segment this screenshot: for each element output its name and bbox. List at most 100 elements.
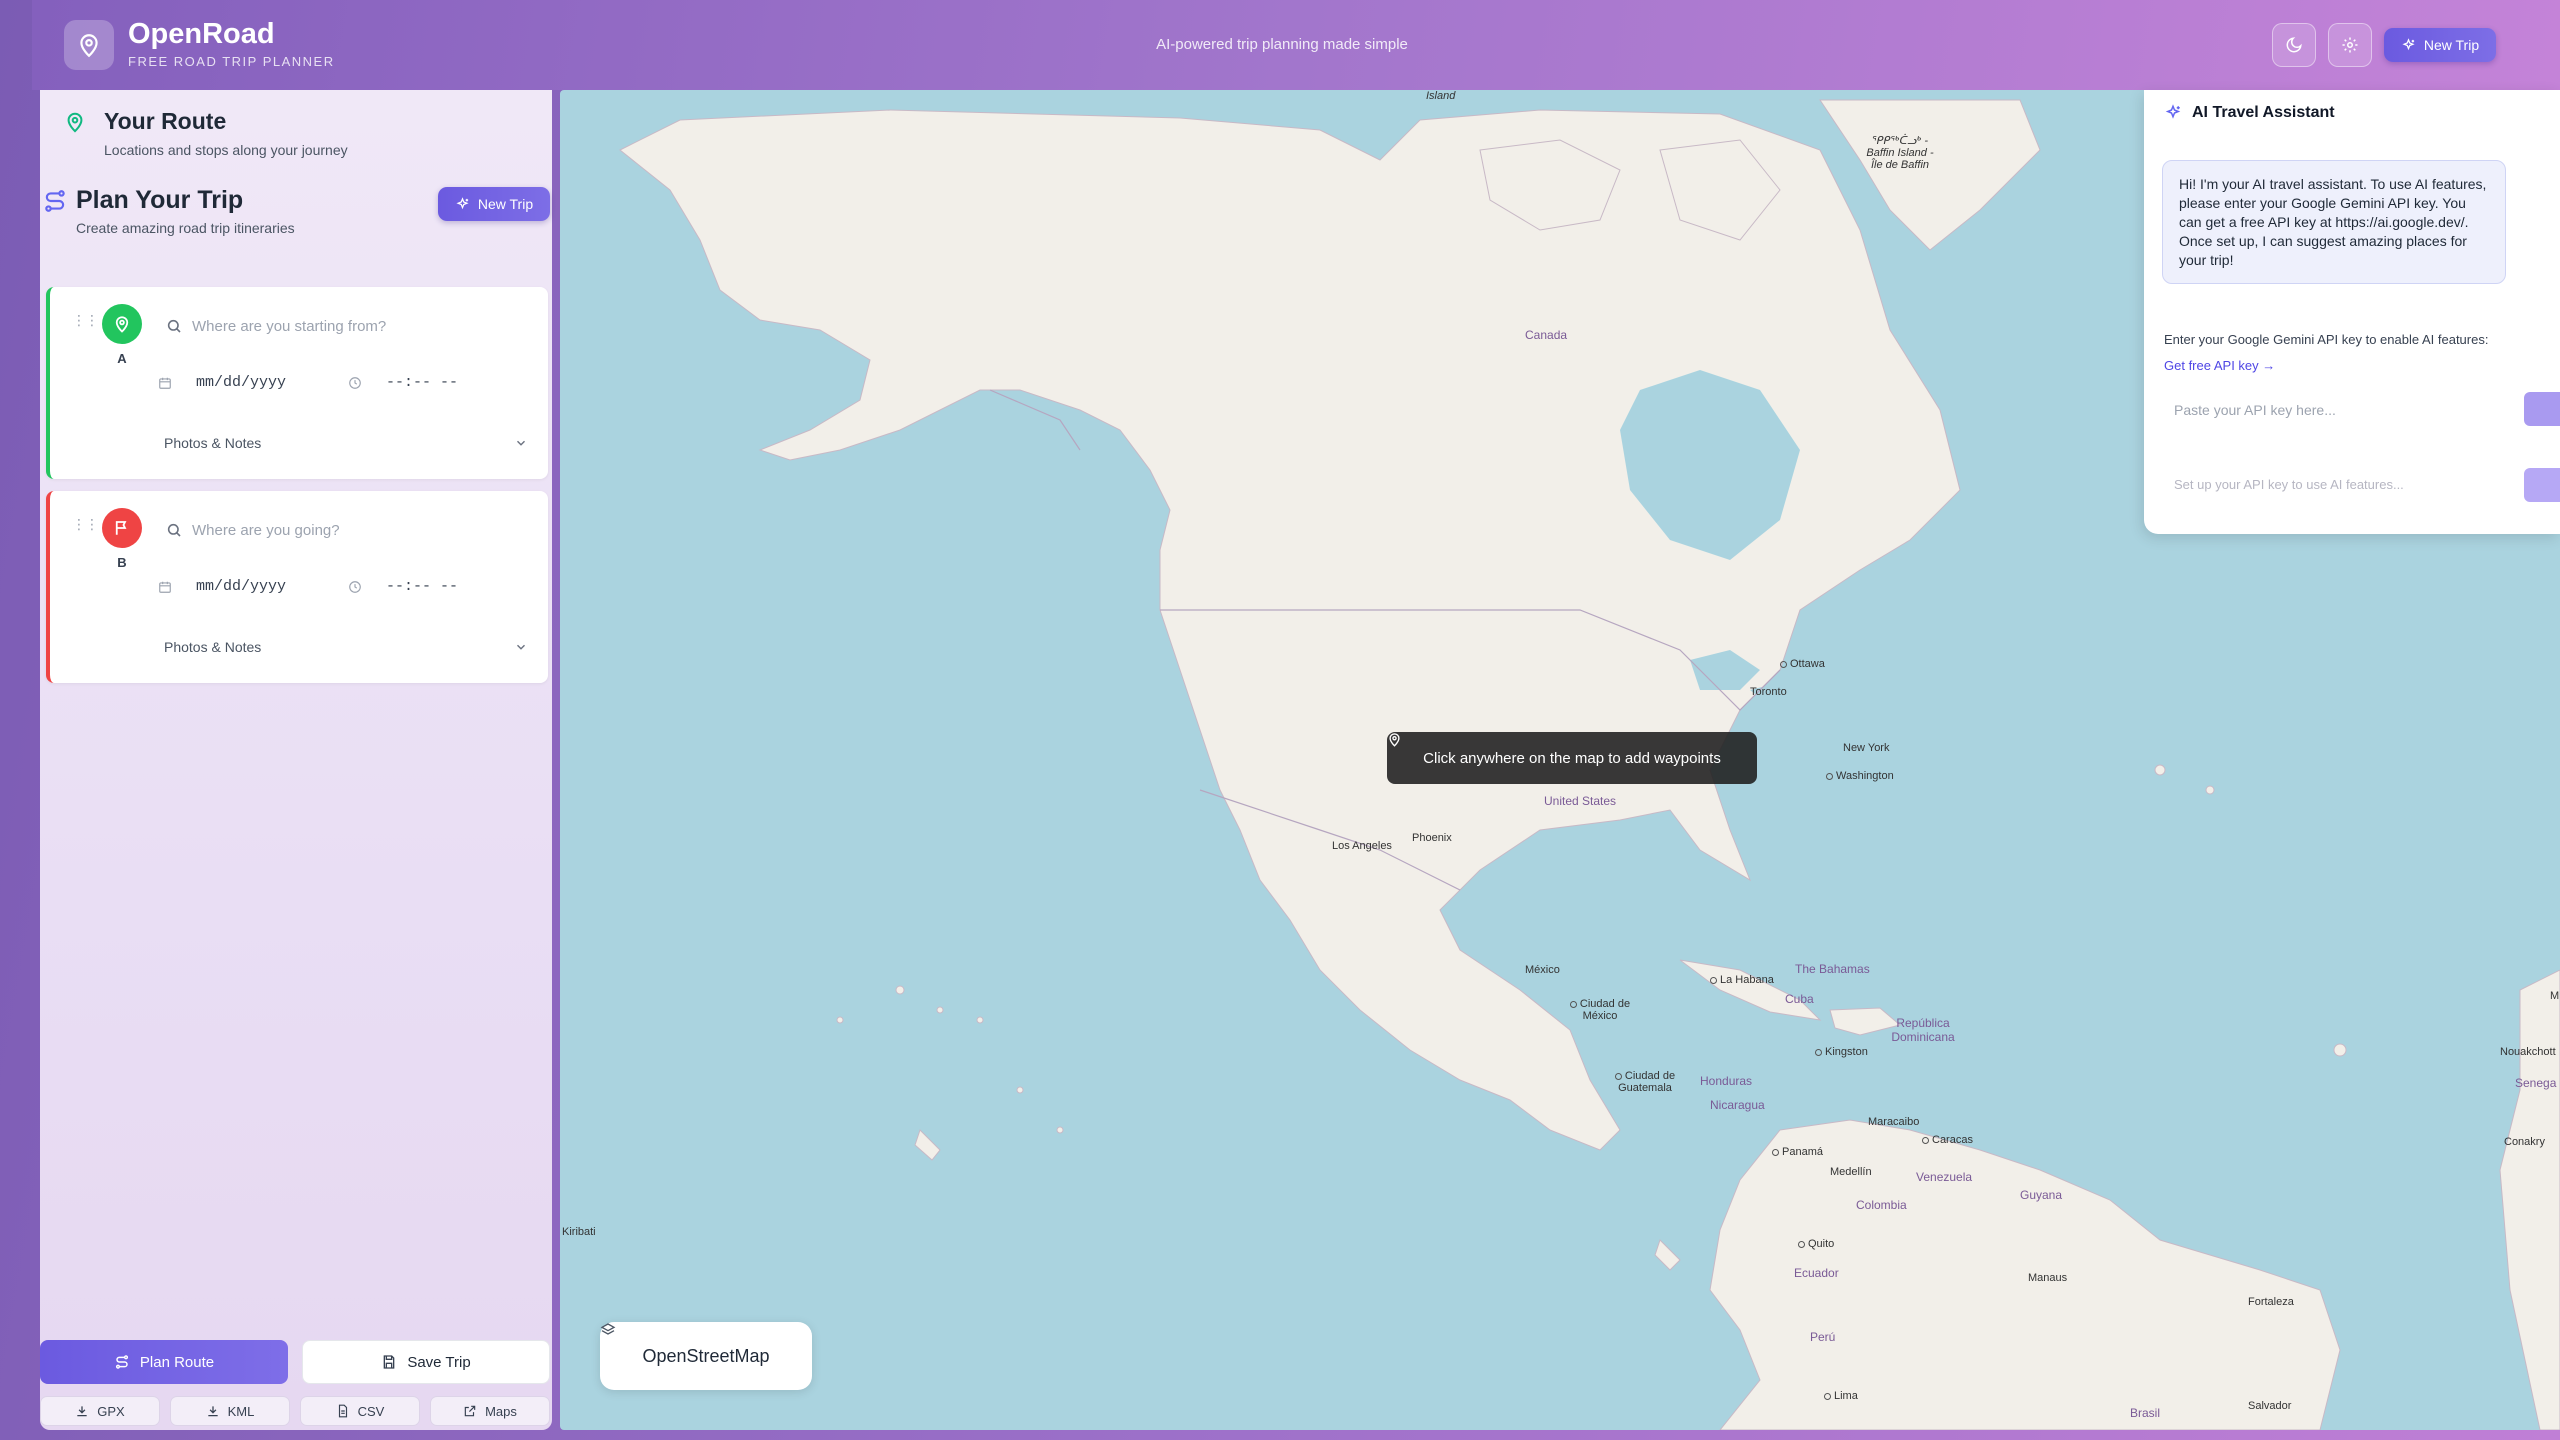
ai-chat-input[interactable] (2162, 466, 2522, 502)
theme-toggle-button[interactable] (2272, 23, 2316, 67)
map-label: México (1525, 964, 1560, 976)
ai-send-button[interactable] (2524, 468, 2560, 502)
save-trip-button[interactable]: Save Trip (302, 1340, 550, 1384)
calendar-icon (159, 581, 171, 593)
sidebar-new-trip-button[interactable]: New Trip (438, 187, 550, 221)
map-pin-icon (115, 316, 129, 333)
map-label: Guyana (2020, 1188, 2063, 1202)
sidebar-new-trip-label: New Trip (477, 196, 534, 212)
map-label: ᕿᑭᖅᑖᓗᒃ - Baffin Island - Île de Baffin (1866, 135, 1934, 171)
map-label: Cuba (1785, 992, 1814, 1006)
layers-icon (600, 1323, 616, 1335)
save-api-key-button[interactable] (2524, 392, 2560, 426)
drag-handle-icon[interactable]: ⋮⋮ (72, 517, 99, 531)
map-label: M (2550, 990, 2560, 1002)
map-label: Kiribati (562, 1226, 596, 1238)
map-label: Perú (1810, 1330, 1836, 1344)
sparkles-icon (2402, 37, 2415, 50)
plan-subtitle: Create amazing road trip itineraries (76, 220, 295, 236)
ai-title-text: AI Travel Assistant (2192, 104, 2335, 121)
save-icon (383, 1355, 395, 1369)
map-hint-text: Click anywhere on the map to add waypoin… (1423, 749, 1721, 767)
map-label: Brasil (2130, 1406, 2161, 1420)
plan-route-label: Plan Route (139, 1353, 215, 1371)
waypoint-letter: A (117, 351, 127, 366)
waypoint-letter: B (117, 555, 127, 570)
app-header: OpenRoad FREE ROAD TRIP PLANNER AI-power… (32, 0, 2560, 90)
header-new-trip-button[interactable]: New Trip (2384, 28, 2496, 62)
download-icon (77, 1406, 87, 1417)
map-label: Honduras (1700, 1074, 1753, 1088)
map-label: Caracas (1922, 1134, 1973, 1146)
route-title: Your Route (104, 108, 227, 134)
open-maps-button[interactable]: Maps (430, 1396, 550, 1426)
map-label: Toronto (1750, 686, 1787, 698)
sparkles-icon (456, 196, 469, 209)
chevron-down-icon (517, 440, 525, 446)
waypoint-card-start: ⋮⋮ A mm/dd/yyyy --:-- -- Photos & Notes (46, 287, 548, 479)
map-pin-icon (1389, 733, 1400, 747)
map-label: Manaus (2028, 1272, 2068, 1284)
map-label: New York (1843, 742, 1890, 754)
settings-button[interactable] (2328, 23, 2372, 67)
photos-notes-toggle[interactable]: Photos & Notes (164, 635, 528, 659)
ai-message: Hi! I'm your AI travel assistant. To use… (2162, 160, 2506, 284)
map-label: United States (1544, 794, 1617, 808)
tagline: AI-powered trip planning made simple (1156, 36, 1408, 53)
drag-handle-icon[interactable]: ⋮⋮ (72, 313, 99, 327)
ai-panel-title: AI Travel Assistant (2164, 104, 2335, 122)
destination-date-input[interactable]: mm/dd/yyyy (196, 578, 286, 595)
external-link-icon (464, 1405, 476, 1417)
map-label: Ciudad de Guatemala (1600, 1070, 1690, 1094)
api-key-input[interactable] (2162, 392, 2532, 428)
map-label: Ecuador (1794, 1266, 1839, 1280)
map-pin-icon (67, 112, 83, 133)
export-kml-button[interactable]: KML (170, 1396, 290, 1426)
brand-subtitle: FREE ROAD TRIP PLANNER (128, 54, 335, 69)
waypoint-card-destination: ⋮⋮ B mm/dd/yyyy --:-- -- Photos & Notes (46, 491, 548, 683)
get-api-key-link[interactable]: Get free API key → (2164, 358, 2275, 373)
map-label: Conakry (2504, 1136, 2545, 1148)
destination-time-input[interactable]: --:-- -- (386, 578, 458, 595)
photos-notes-toggle[interactable]: Photos & Notes (164, 431, 528, 455)
route-icon (115, 1355, 128, 1369)
map-label: Los Angeles (1332, 840, 1392, 852)
destination-location-input[interactable] (192, 515, 532, 545)
clock-icon (349, 581, 361, 593)
destination-marker (102, 508, 142, 548)
map-label: The Bahamas (1795, 962, 1870, 976)
map-label: Kingston (1815, 1046, 1868, 1058)
plan-route-button[interactable]: Plan Route (40, 1340, 288, 1384)
start-location-input[interactable] (192, 311, 532, 341)
map-label: Lima (1824, 1390, 1858, 1402)
chevron-down-icon (517, 644, 525, 650)
start-marker (102, 304, 142, 344)
sparkles-icon (2165, 104, 2181, 119)
map-label: La Habana (1710, 974, 1774, 986)
route-subtitle: Locations and stops along your journey (104, 142, 348, 158)
map-label: Nouakchott (2500, 1046, 2556, 1058)
calendar-icon (159, 377, 171, 389)
map-layer-button[interactable]: OpenStreetMap (600, 1322, 812, 1390)
export-gpx-button[interactable]: GPX (40, 1396, 160, 1426)
download-icon (207, 1406, 218, 1417)
gear-icon (2342, 37, 2358, 53)
photos-notes-label: Photos & Notes (164, 639, 262, 655)
export-csv-button[interactable]: CSV (300, 1396, 420, 1426)
search-icon (167, 319, 181, 333)
map-label: Canada (1525, 328, 1568, 342)
map-label: Phoenix (1412, 832, 1452, 844)
save-trip-label: Save Trip (407, 1353, 471, 1371)
map-label: Salvador (2248, 1400, 2292, 1412)
clock-icon (349, 377, 361, 389)
start-time-input[interactable]: --:-- -- (386, 374, 458, 391)
map-label: Maracaibo (1868, 1116, 1920, 1128)
map-label: Fortaleza (2248, 1296, 2294, 1308)
map-label: Quito (1798, 1238, 1834, 1250)
map-label: Venezuela (1916, 1170, 1973, 1184)
start-date-input[interactable]: mm/dd/yyyy (196, 374, 286, 391)
flag-icon (115, 521, 127, 535)
route-icon (45, 190, 65, 212)
map-label: República Dominicana (1891, 1016, 1955, 1044)
map-label: Senega (2515, 1076, 2557, 1090)
